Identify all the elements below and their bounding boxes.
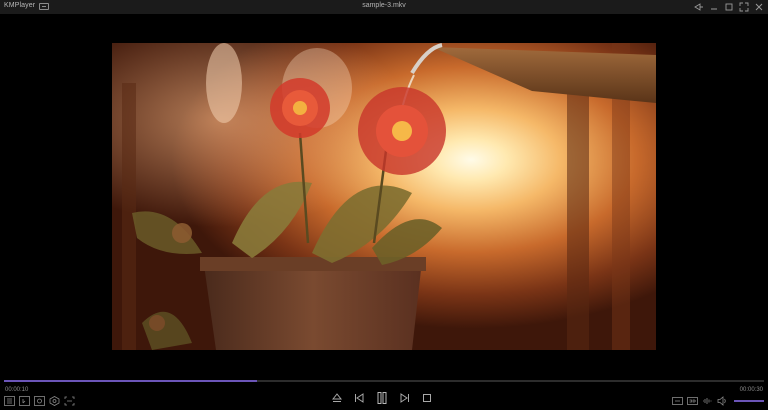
volume-icon[interactable] [717, 396, 728, 406]
previous-icon[interactable] [353, 392, 365, 404]
minimize-icon[interactable] [709, 2, 719, 12]
seek-bar[interactable] [4, 380, 764, 382]
screen-mode-icon[interactable] [672, 396, 683, 406]
subtitle-icon[interactable] [19, 396, 30, 406]
playlist-icon[interactable] [4, 396, 15, 406]
right-toolbar [672, 396, 764, 406]
next-icon[interactable] [399, 392, 411, 404]
crop-icon[interactable] [64, 396, 75, 406]
window-controls [694, 2, 764, 12]
current-time: 00:00:10 [5, 387, 29, 393]
playback-controls [331, 391, 433, 405]
volume-level [734, 400, 764, 402]
volume-slider[interactable] [734, 400, 764, 402]
video-frame[interactable] [112, 43, 656, 350]
eject-icon[interactable] [331, 392, 343, 404]
fullscreen-icon[interactable] [739, 2, 749, 12]
close-icon[interactable] [754, 2, 764, 12]
video-image [112, 43, 656, 350]
title-bar[interactable]: KMPlayer sample-3.mkv [0, 0, 768, 14]
seek-progress [4, 380, 258, 382]
3d-icon[interactable] [687, 396, 698, 406]
audio-wave-icon[interactable] [702, 396, 713, 406]
total-time: 00:00:30 [739, 387, 763, 393]
pause-icon[interactable] [375, 391, 389, 405]
window-title: sample-3.mkv [362, 2, 406, 9]
capture-icon[interactable] [34, 396, 45, 406]
settings-icon[interactable] [49, 396, 60, 406]
maximize-icon[interactable] [724, 2, 734, 12]
stop-icon[interactable] [421, 392, 433, 404]
video-area[interactable] [0, 14, 768, 378]
pin-icon[interactable] [694, 2, 704, 12]
left-toolbar [4, 396, 75, 406]
